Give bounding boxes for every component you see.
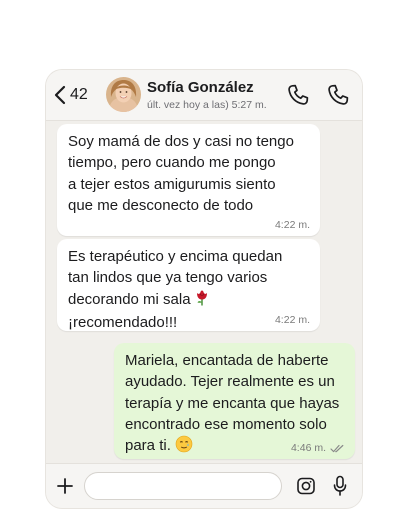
rose-emoji [195, 289, 209, 312]
camera-icon [297, 477, 315, 495]
message-time: 4:46 m. [291, 442, 345, 454]
avatar[interactable] [106, 77, 141, 112]
message-timestamp: 4:46 m. [290, 442, 326, 454]
call-button[interactable] [326, 83, 350, 112]
message-line: Es terapéutico y encima quedan [68, 248, 283, 265]
message-line: ¡recomendado!!! [68, 313, 178, 331]
unread-count: 42 [70, 86, 88, 103]
voice-call-button[interactable] [286, 83, 310, 112]
chat-window: 42 Sofía González últ. vez hoy a las) 5:… [46, 70, 362, 508]
contact-name[interactable]: Sofía González [147, 79, 254, 96]
camera-button[interactable] [296, 476, 316, 501]
voice-message-button[interactable] [332, 475, 348, 502]
last-seen-status: últ. vez hoy a las) 5:27 m. [147, 99, 267, 111]
message-text: Es terapéutico y encima quedan tan lindo… [68, 246, 282, 333]
message-text: Soy mamá de dos y casi no tengo tiempo, … [68, 133, 294, 214]
message-line: Mariela, encantada de haberte [125, 352, 329, 369]
message-bubble-incoming[interactable]: Es terapéutico y encima quedan tan lindo… [57, 239, 320, 331]
message-timestamp: 4:22 m. [274, 314, 310, 326]
phone-icon [328, 84, 349, 105]
message-bubble-incoming[interactable]: Soy mamá de dos y casi no tengo tiempo, … [57, 124, 320, 236]
message-line: ayudado. Tejer realmente es un [125, 373, 335, 391]
chat-header: 42 Sofía González últ. vez hoy a las) 5:… [46, 70, 362, 121]
message-line: para ti. [125, 437, 171, 455]
message-input[interactable] [84, 472, 282, 500]
double-check-read-icon [330, 444, 344, 452]
message-line: tan lindos que ya tengo varios [68, 269, 268, 287]
message-line: decorando mi sala [68, 290, 191, 308]
message-timestamp: 4:22 m. [274, 219, 310, 231]
message-line: encontrado ese momento solo [125, 415, 327, 433]
back-button[interactable]: 42 [54, 84, 88, 106]
chevron-left-icon [54, 85, 66, 105]
message-composer [46, 463, 362, 508]
attach-button[interactable] [56, 477, 74, 500]
message-time: 4:22 m. [275, 314, 310, 326]
message-bubble-outgoing[interactable]: Mariela, encantada de haberte ayudado. T… [114, 343, 355, 459]
message-line: terapía y me encanta que hayas [125, 394, 340, 412]
phone-icon [288, 84, 309, 105]
smiling-face-with-tear-emoji [175, 435, 193, 459]
plus-icon [57, 478, 73, 494]
microphone-icon [333, 475, 347, 496]
message-time: 4:22 m. [275, 219, 310, 231]
